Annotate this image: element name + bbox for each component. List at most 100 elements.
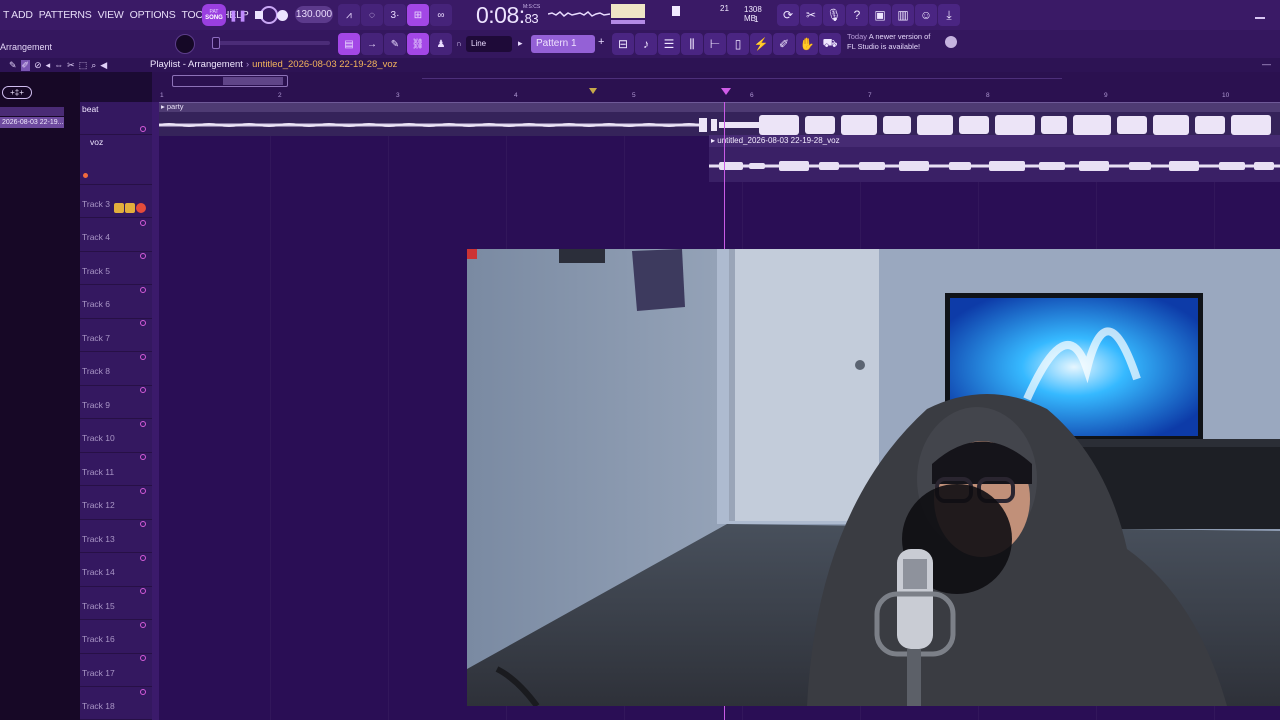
- close-icon[interactable]: —: [1262, 59, 1271, 69]
- plug-icon[interactable]: ⚡: [750, 33, 772, 55]
- record-icon: [276, 9, 288, 21]
- track-header-12[interactable]: Track 12: [80, 486, 152, 527]
- audio-clip-voz[interactable]: ▸ untitled_2026-08-03 22-19-28_voz: [709, 135, 1280, 182]
- track-header-5[interactable]: Track 5: [80, 252, 152, 293]
- select-tool-icon[interactable]: ⬚: [79, 60, 88, 71]
- bar-number: 6: [750, 92, 754, 99]
- clip-name-text: party: [166, 102, 184, 111]
- view-playlist-icon[interactable]: ▤: [338, 33, 360, 55]
- record-arm-icon[interactable]: [83, 173, 88, 178]
- track-name: Track 3: [82, 199, 111, 209]
- scrollbar-thumb[interactable]: [223, 77, 283, 85]
- stamp-icon[interactable]: ♟: [430, 33, 452, 55]
- track-header-13[interactable]: Track 13: [80, 520, 152, 561]
- refresh-icon[interactable]: ⟳: [777, 4, 799, 26]
- step-edit-button[interactable]: ⊞: [407, 4, 429, 26]
- metronome-button[interactable]: ⩘: [338, 4, 360, 26]
- track-header-16[interactable]: Track 16: [80, 620, 152, 661]
- pattern-selector[interactable]: Pattern 1: [531, 35, 595, 53]
- chat-icon[interactable]: ☺: [915, 4, 937, 26]
- piano-roll-icon[interactable]: ♪: [635, 33, 657, 55]
- track-name: Track 15: [82, 601, 115, 611]
- mixer-icon[interactable]: ⫼: [681, 33, 703, 55]
- add-pattern-icon[interactable]: +: [598, 36, 604, 48]
- loop-marker[interactable]: [589, 88, 597, 94]
- snap-arrow-icon[interactable]: →: [361, 33, 383, 55]
- add-track-button[interactable]: +‡+: [2, 86, 32, 99]
- snap-mode-select[interactable]: Line: [466, 36, 512, 52]
- pause-button[interactable]: ❚❚: [228, 5, 248, 25]
- slice-tool-icon[interactable]: ✂: [67, 60, 75, 71]
- browser-tree-icon[interactable]: ⊢: [704, 33, 726, 55]
- track-header-3[interactable]: Track 3: [80, 185, 152, 226]
- track-header-17[interactable]: Track 17: [80, 654, 152, 695]
- news-today: Today: [847, 32, 868, 41]
- track-name: Track 14: [82, 567, 115, 577]
- bar-number: 8: [986, 92, 990, 99]
- minimize-icon[interactable]: [1255, 9, 1265, 19]
- file-icon[interactable]: ▯: [727, 33, 749, 55]
- loop-record-button[interactable]: ∞: [430, 4, 452, 26]
- menu-view[interactable]: VIEW: [95, 9, 127, 21]
- track-header-15[interactable]: Track 15: [80, 587, 152, 628]
- slider-thumb[interactable]: [212, 37, 220, 49]
- download-icon[interactable]: ⤓: [938, 4, 960, 26]
- plugin-tools-icon[interactable]: ✂: [800, 4, 822, 26]
- hand-icon[interactable]: ✋: [796, 33, 818, 55]
- shop-cart-icon[interactable]: ⛟: [819, 33, 841, 55]
- track-mute-dot[interactable]: [140, 126, 146, 132]
- song-position-marker[interactable]: [721, 88, 731, 95]
- channel-rack-icon[interactable]: ☰: [658, 33, 680, 55]
- track-header-4[interactable]: Track 4: [80, 218, 152, 259]
- menu-add[interactable]: T ADD: [0, 9, 36, 21]
- wait-input-button[interactable]: ◌: [361, 4, 383, 26]
- countdown-button[interactable]: 3·: [384, 4, 406, 26]
- track-header-11[interactable]: Track 11: [80, 453, 152, 494]
- slip-tool-icon[interactable]: ⇔: [54, 60, 63, 70]
- record-button[interactable]: [272, 5, 292, 25]
- news-panel[interactable]: Today A newer version of FL Studio is av…: [847, 32, 930, 52]
- paint-tool-icon[interactable]: ✐: [20, 59, 31, 71]
- pattern-prev-icon[interactable]: ▸: [518, 38, 523, 49]
- pencil-tool-icon[interactable]: ✎: [9, 60, 17, 71]
- menu-options[interactable]: OPTIONS: [127, 9, 179, 21]
- render-icon[interactable]: ▥: [892, 4, 914, 26]
- track-header-voz[interactable]: voz: [80, 135, 152, 213]
- brush-icon[interactable]: ✐: [773, 33, 795, 55]
- clip-source-item[interactable]: 2026-08-03 22-19...: [0, 117, 64, 128]
- timeline-ruler[interactable]: 1 2 3 4 5 6 7 8 9 10: [152, 72, 1280, 102]
- horizontal-scrollbar[interactable]: [172, 75, 288, 87]
- settings-icon[interactable]: [945, 36, 957, 48]
- tempo-display[interactable]: 130.000: [295, 6, 333, 23]
- playlist-window-icon[interactable]: ⊟: [612, 33, 634, 55]
- save-icon[interactable]: ▣: [869, 4, 891, 26]
- track-header-18[interactable]: Track 18: [80, 687, 152, 720]
- master-volume-knob[interactable]: [175, 34, 195, 54]
- track-header-6[interactable]: Track 6: [80, 285, 152, 326]
- track-header-10[interactable]: Track 10: [80, 419, 152, 460]
- master-pitch-slider[interactable]: [212, 37, 330, 49]
- clip-name: ▸ untitled_2026-08-03 22-19-28_voz: [711, 136, 840, 145]
- oscilloscope: [548, 11, 610, 17]
- track-header-7[interactable]: Track 7: [80, 319, 152, 360]
- link-icon[interactable]: ⛓: [407, 33, 429, 55]
- track-header-8[interactable]: Track 8: [80, 352, 152, 393]
- track-header-14[interactable]: Track 14: [80, 553, 152, 594]
- mute-tool-icon[interactable]: ◂: [46, 60, 51, 71]
- track-header-9[interactable]: Track 9: [80, 386, 152, 427]
- playlist-toolbar: ✎ ✐ ⊘ ◂ ⇔ ✂ ⬚ ⌕ ◀ Playlist - Arrangement…: [0, 58, 1280, 72]
- track-header-beat[interactable]: beat: [80, 102, 152, 135]
- microphone-icon[interactable]: 🎙: [823, 4, 845, 26]
- zoom-tool-icon[interactable]: ⌕: [91, 60, 96, 71]
- help-icon[interactable]: ?: [846, 4, 868, 26]
- stop-button[interactable]: [249, 5, 269, 25]
- playback-tool-icon[interactable]: ◀: [100, 60, 107, 71]
- arrangement-label[interactable]: Arrangement: [0, 42, 52, 52]
- bar-number: 7: [868, 92, 872, 99]
- draw-tool-icon[interactable]: ✎: [384, 33, 406, 55]
- delete-tool-icon[interactable]: ⊘: [34, 60, 42, 71]
- bar-number: 9: [1104, 92, 1108, 99]
- audio-clip-beat[interactable]: ▸ party: [159, 102, 1280, 136]
- song-pattern-toggle[interactable]: PAT SONG: [202, 4, 226, 26]
- menu-patterns[interactable]: PATTERNS: [36, 9, 95, 21]
